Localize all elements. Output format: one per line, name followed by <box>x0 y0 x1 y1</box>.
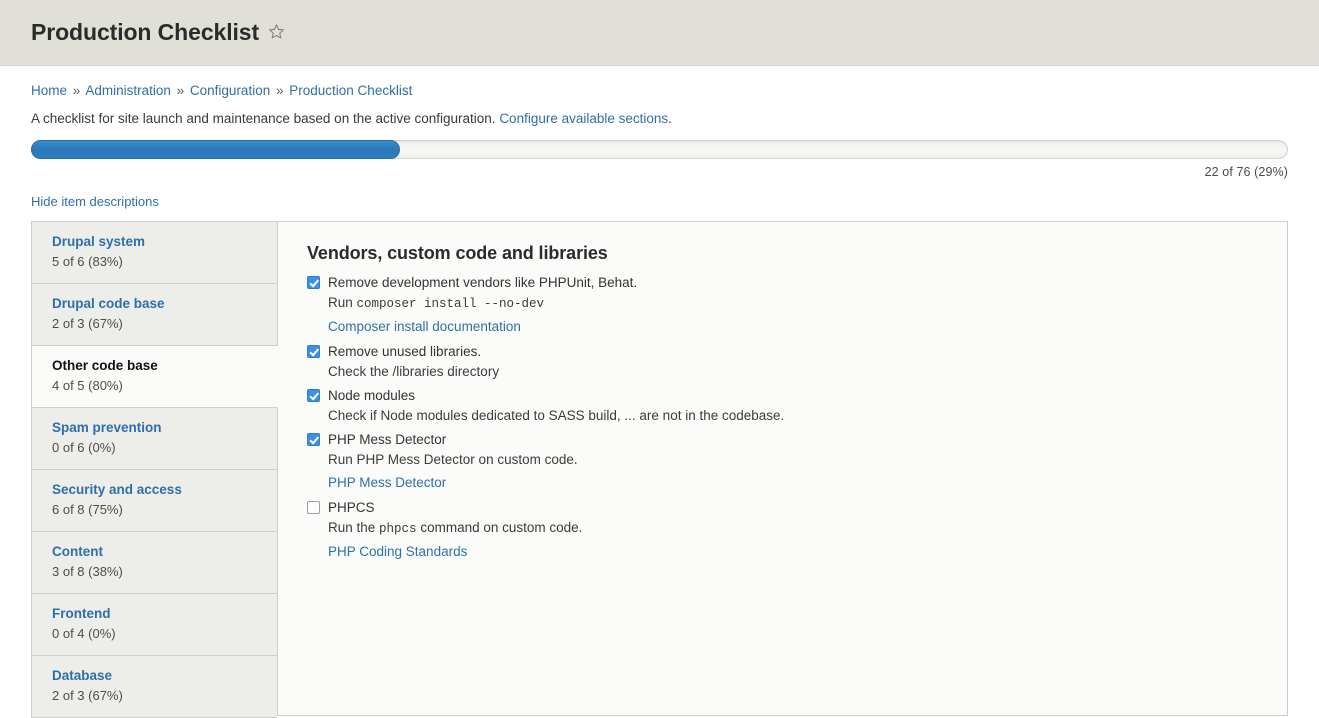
checklist-item-row: Node modules <box>307 386 1263 405</box>
page-title: Production Checklist <box>31 19 259 46</box>
sidebar-item-summary: 0 of 4 (0%) <box>52 625 263 643</box>
intro-description: A checklist for site launch and maintena… <box>31 111 496 126</box>
checklist-item: Remove unused libraries. Check the /libr… <box>307 342 1263 383</box>
progress-bar-fill <box>31 140 400 159</box>
description-suffix: command on custom code. <box>417 520 583 535</box>
checklist-item-row: PHPCS <box>307 498 1263 517</box>
sidebar-item-summary: 2 of 3 (67%) <box>52 315 263 333</box>
sidebar-item-drupal-code-base[interactable]: Drupal code base 2 of 3 (67%) <box>32 284 277 346</box>
breadcrumb-item-configuration[interactable]: Configuration <box>190 83 270 98</box>
checkbox-remove-development-vendors[interactable] <box>307 276 320 289</box>
pane-title: Vendors, custom code and libraries <box>307 243 1263 264</box>
vertical-tabs: Drupal system 5 of 6 (83%) Drupal code b… <box>31 221 1288 718</box>
checklist-item-link-wrap: PHP Coding Standards <box>307 540 1263 564</box>
description-prefix: Check the /libraries directory <box>328 364 499 379</box>
checklist-item-description: Check the /libraries directory <box>307 361 1263 383</box>
description-prefix: Run PHP Mess Detector on custom code. <box>328 452 578 467</box>
sidebar-item-summary: 4 of 5 (80%) <box>52 377 263 395</box>
checkbox-phpcs[interactable] <box>307 501 320 514</box>
tab-pane-other-code-base: Vendors, custom code and libraries Remov… <box>277 221 1288 716</box>
description-code: phpcs <box>379 522 417 536</box>
breadcrumb-item-home[interactable]: Home <box>31 83 67 98</box>
checkbox-node-modules[interactable] <box>307 389 320 402</box>
sidebar-item-security-and-access[interactable]: Security and access 6 of 8 (75%) <box>32 470 277 532</box>
checklist-item-label: PHP Mess Detector <box>328 430 446 449</box>
page-header: Production Checklist <box>0 0 1319 66</box>
sidebar-item-summary: 0 of 6 (0%) <box>52 439 263 457</box>
breadcrumb: Home » Administration » Configuration » … <box>31 83 1288 99</box>
description-prefix: Run the <box>328 520 379 535</box>
breadcrumb-item-production-checklist[interactable]: Production Checklist <box>289 83 412 98</box>
checklist-item-label: Node modules <box>328 386 415 405</box>
checklist-item-label: Remove unused libraries. <box>328 342 481 361</box>
checklist-item-description: Check if Node modules dedicated to SASS … <box>307 405 1263 427</box>
php-coding-standards-link[interactable]: PHP Coding Standards <box>328 544 467 559</box>
page-body: Home » Administration » Configuration » … <box>0 83 1319 718</box>
checkbox-php-mess-detector[interactable] <box>307 433 320 446</box>
sidebar-item-frontend[interactable]: Frontend 0 of 4 (0%) <box>32 594 277 656</box>
php-mess-detector-link[interactable]: PHP Mess Detector <box>328 475 446 490</box>
checklist-item: Remove development vendors like PHPUnit,… <box>307 273 1263 339</box>
progress-bar <box>31 140 1288 159</box>
breadcrumb-separator: » <box>177 83 185 98</box>
checklist-item-link-wrap: Composer install documentation <box>307 315 1263 339</box>
sidebar-item-title: Other code base <box>52 357 263 375</box>
toggle-descriptions: Hide item descriptions <box>31 194 1288 209</box>
sidebar-item-title: Content <box>52 543 263 561</box>
composer-install-documentation-link[interactable]: Composer install documentation <box>328 319 521 334</box>
sidebar-item-drupal-system[interactable]: Drupal system 5 of 6 (83%) <box>32 222 277 284</box>
description-prefix: Run <box>328 295 357 310</box>
sidebar-item-title: Spam prevention <box>52 419 263 437</box>
checklist-item-row: PHP Mess Detector <box>307 430 1263 449</box>
checklist-item-row: Remove development vendors like PHPUnit,… <box>307 273 1263 292</box>
checklist-item-label: Remove development vendors like PHPUnit,… <box>328 273 637 292</box>
checklist-item-row: Remove unused libraries. <box>307 342 1263 361</box>
checklist-item: Node modules Check if Node modules dedic… <box>307 386 1263 427</box>
checkbox-remove-unused-libraries[interactable] <box>307 345 320 358</box>
sidebar-item-title: Frontend <box>52 605 263 623</box>
breadcrumb-item-administration[interactable]: Administration <box>85 83 171 98</box>
sidebar-item-summary: 2 of 3 (67%) <box>52 687 263 705</box>
sidebar-item-other-code-base[interactable]: Other code base 4 of 5 (80%) <box>32 346 278 408</box>
checklist-item-link-wrap: PHP Mess Detector <box>307 471 1263 495</box>
progress-section: 22 of 76 (29%) <box>31 140 1288 179</box>
intro-text: A checklist for site launch and maintena… <box>31 110 1288 127</box>
description-prefix: Check if Node modules dedicated to SASS … <box>328 408 784 423</box>
checklist-item-description: Run the phpcs command on custom code. <box>307 517 1263 540</box>
sidebar-item-title: Drupal code base <box>52 295 263 313</box>
checklist-item-description: Run composer install --no-dev <box>307 292 1263 315</box>
sidebar-item-title: Drupal system <box>52 233 263 251</box>
sidebar-item-title: Database <box>52 667 263 685</box>
checklist-item: PHP Mess Detector Run PHP Mess Detector … <box>307 430 1263 495</box>
checklist-item-label: PHPCS <box>328 498 375 517</box>
intro-trailing-period: . <box>668 111 672 126</box>
checklist-item: PHPCS Run the phpcs command on custom co… <box>307 498 1263 564</box>
sidebar-item-spam-prevention[interactable]: Spam prevention 0 of 6 (0%) <box>32 408 277 470</box>
sidebar-item-summary: 3 of 8 (38%) <box>52 563 263 581</box>
sidebar-item-database[interactable]: Database 2 of 3 (67%) <box>32 656 277 717</box>
breadcrumb-separator: » <box>276 83 284 98</box>
breadcrumb-separator: » <box>73 83 81 98</box>
sidebar-item-content[interactable]: Content 3 of 8 (38%) <box>32 532 277 594</box>
sidebar-item-summary: 6 of 8 (75%) <box>52 501 263 519</box>
sidebar-item-title: Security and access <box>52 481 263 499</box>
sidebar-item-summary: 5 of 6 (83%) <box>52 253 263 271</box>
progress-label: 22 of 76 (29%) <box>31 165 1288 179</box>
configure-sections-link[interactable]: Configure available sections <box>499 111 668 126</box>
hide-item-descriptions-link[interactable]: Hide item descriptions <box>31 194 159 209</box>
description-code: composer install --no-dev <box>357 297 545 311</box>
star-outline-icon[interactable] <box>268 23 285 43</box>
checklist-item-description: Run PHP Mess Detector on custom code. <box>307 449 1263 471</box>
vertical-tabs-menu: Drupal system 5 of 6 (83%) Drupal code b… <box>31 221 277 718</box>
